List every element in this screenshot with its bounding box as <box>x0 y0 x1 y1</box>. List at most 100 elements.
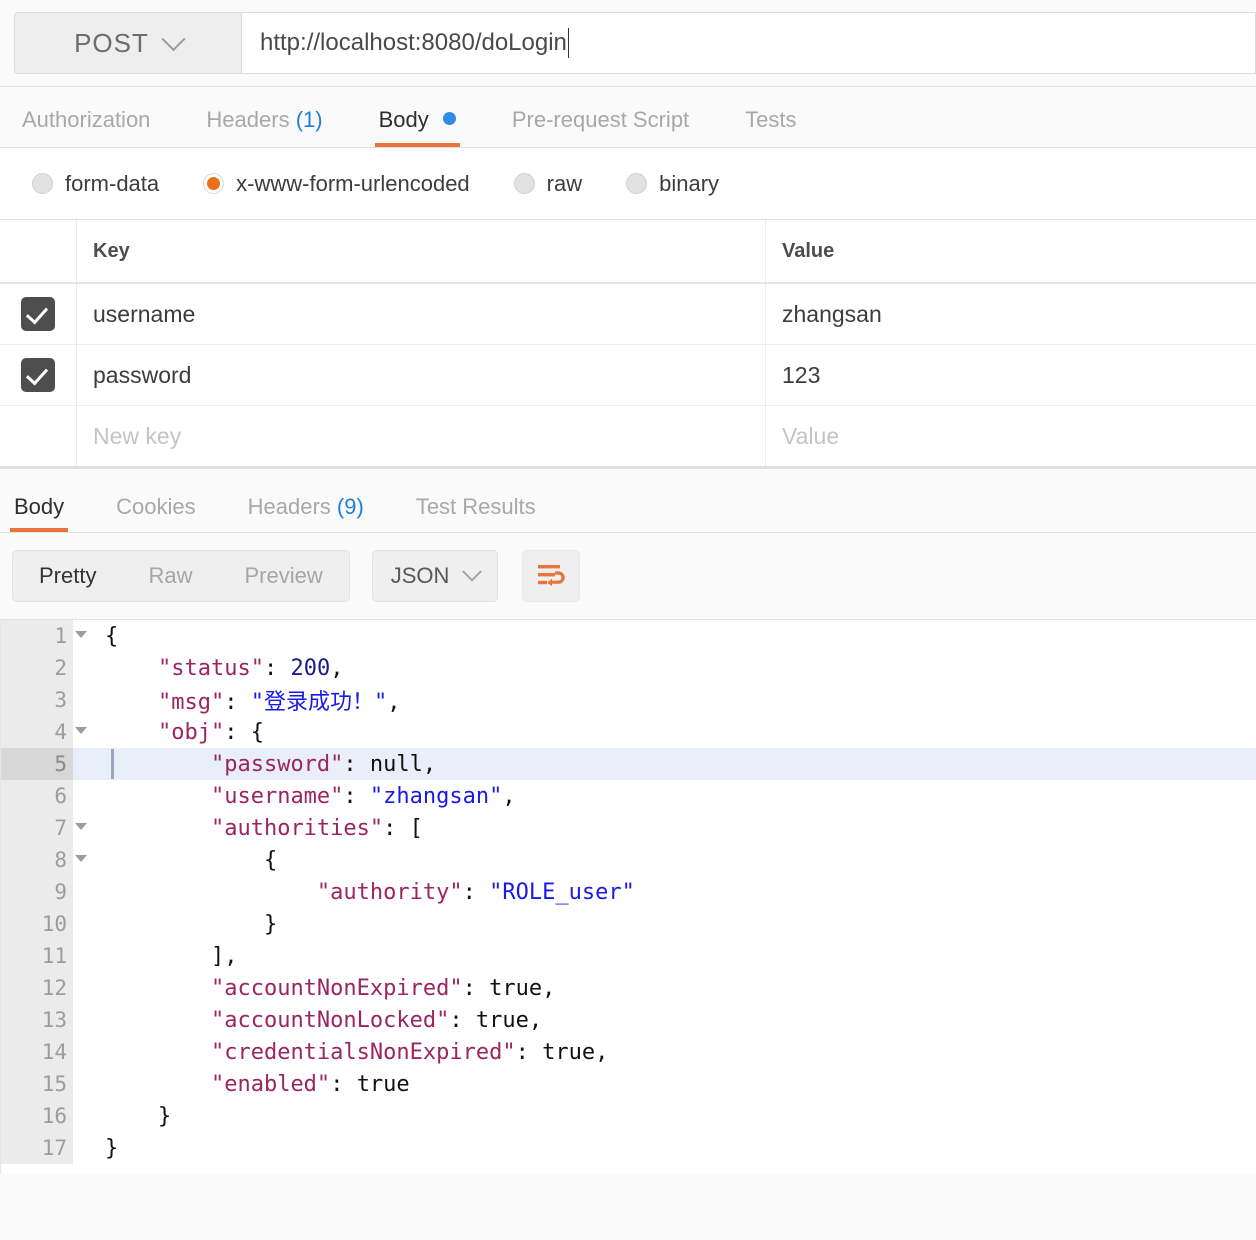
response-format-label: JSON <box>391 563 450 589</box>
table-row[interactable]: password 123 <box>0 345 1256 406</box>
row-checkbox-cell[interactable] <box>0 345 77 405</box>
code-line[interactable]: 13 "accountNonLocked": true, <box>1 1004 1256 1036</box>
table-new-row[interactable]: New key Value <box>0 406 1256 466</box>
radio-icon <box>32 173 53 194</box>
tab-body[interactable]: Body <box>379 107 456 147</box>
code-token: "登录成功！" <box>251 690 388 715</box>
row-value-cell[interactable]: zhangsan <box>766 284 1256 344</box>
text-cursor <box>568 28 570 58</box>
code-token: } <box>105 1136 118 1161</box>
tab-label: Pre-request Script <box>512 107 689 132</box>
line-number: 1 <box>1 620 73 652</box>
code-token: : { <box>224 720 264 745</box>
checkbox-checked-icon[interactable] <box>21 297 55 331</box>
code-token: : [ <box>383 816 423 841</box>
radio-binary[interactable]: binary <box>626 171 719 197</box>
chevron-down-icon <box>161 27 185 51</box>
code-token: "username" <box>211 784 343 809</box>
code-line[interactable]: 2 "status": 200, <box>1 652 1256 684</box>
code-line[interactable]: 17} <box>1 1132 1256 1164</box>
code-line[interactable]: 10 } <box>1 908 1256 940</box>
code-token: "accountNonExpired" <box>211 976 463 1001</box>
line-number: 13 <box>1 1004 73 1036</box>
tab-count: (1) <box>296 107 323 132</box>
code-token: "authorities" <box>211 816 383 841</box>
checkbox-checked-icon[interactable] <box>21 358 55 392</box>
radio-label: form-data <box>65 171 159 197</box>
tab-pre-request-script[interactable]: Pre-request Script <box>512 107 689 147</box>
code-line[interactable]: 1{ <box>1 620 1256 652</box>
row-checkbox-cell[interactable] <box>0 406 77 466</box>
radio-raw[interactable]: raw <box>514 171 582 197</box>
radio-label: x-www-form-urlencoded <box>236 171 470 197</box>
response-tab-cookies[interactable]: Cookies <box>116 494 195 532</box>
row-checkbox-cell[interactable] <box>0 284 77 344</box>
code-token: 200 <box>290 656 330 681</box>
http-method-dropdown[interactable]: POST <box>14 12 241 74</box>
tab-label: Cookies <box>116 494 195 519</box>
header-cell-check <box>0 220 77 282</box>
http-method-label: POST <box>74 28 149 59</box>
response-tab-body[interactable]: Body <box>14 494 64 532</box>
code-line[interactable]: 5 "password": null, <box>1 748 1256 780</box>
new-value-placeholder: Value <box>782 423 839 450</box>
code-line[interactable]: 12 "accountNonExpired": true, <box>1 972 1256 1004</box>
code-line[interactable]: 16 } <box>1 1100 1256 1132</box>
code-token: ], <box>211 944 238 969</box>
radio-x-www-form-urlencoded[interactable]: x-www-form-urlencoded <box>203 171 470 197</box>
fold-arrow-icon[interactable] <box>75 727 87 734</box>
line-number: 14 <box>1 1036 73 1068</box>
response-body-code-editor[interactable]: 1{2 "status": 200,3 "msg": "登录成功！",4 "ob… <box>0 619 1256 1174</box>
code-token: , <box>542 976 555 1001</box>
code-line[interactable]: 7 "authorities": [ <box>1 812 1256 844</box>
code-token: , <box>529 1008 542 1033</box>
code-token: : <box>264 656 291 681</box>
tab-label: Test Results <box>416 494 536 519</box>
table-row[interactable]: username zhangsan <box>0 284 1256 345</box>
code-line[interactable]: 9 "authority": "ROLE_user" <box>1 876 1256 908</box>
line-number: 16 <box>1 1100 73 1132</box>
word-wrap-button[interactable] <box>522 550 580 602</box>
code-text: ], <box>97 944 237 969</box>
new-key-placeholder: New key <box>93 423 181 450</box>
tab-label: Tests <box>745 107 796 132</box>
code-token: true <box>489 976 542 1001</box>
fold-arrow-icon[interactable] <box>75 855 87 862</box>
code-text: "authorities": [ <box>97 816 423 841</box>
new-key-input[interactable]: New key <box>77 406 766 466</box>
view-mode-raw[interactable]: Raw <box>122 563 218 589</box>
fold-arrow-icon[interactable] <box>75 823 87 830</box>
line-number: 7 <box>1 812 73 844</box>
url-text: http://localhost:8080/doLogin <box>260 29 567 57</box>
code-line[interactable]: 8 { <box>1 844 1256 876</box>
tab-authorization[interactable]: Authorization <box>22 107 150 147</box>
code-token: true <box>476 1008 529 1033</box>
view-mode-pretty[interactable]: Pretty <box>13 563 122 589</box>
url-input[interactable]: http://localhost:8080/doLogin <box>241 12 1256 74</box>
line-number: 15 <box>1 1068 73 1100</box>
response-tab-headers[interactable]: Headers (9) <box>248 494 364 532</box>
code-line[interactable]: 15 "enabled": true <box>1 1068 1256 1100</box>
code-line[interactable]: 11 ], <box>1 940 1256 972</box>
response-tab-test-results[interactable]: Test Results <box>416 494 536 532</box>
code-line[interactable]: 6 "username": "zhangsan", <box>1 780 1256 812</box>
tab-headers[interactable]: Headers (1) <box>206 107 322 147</box>
code-line[interactable]: 3 "msg": "登录成功！", <box>1 684 1256 716</box>
code-line[interactable]: 4 "obj": { <box>1 716 1256 748</box>
view-mode-preview[interactable]: Preview <box>218 563 348 589</box>
radio-label: raw <box>547 171 582 197</box>
radio-form-data[interactable]: form-data <box>32 171 159 197</box>
new-value-input[interactable]: Value <box>766 406 1256 466</box>
response-format-dropdown[interactable]: JSON <box>372 550 499 602</box>
response-view-toolbar: Pretty Raw Preview JSON <box>0 533 1256 619</box>
tab-tests[interactable]: Tests <box>745 107 796 147</box>
fold-arrow-icon[interactable] <box>75 631 87 638</box>
code-line[interactable]: 14 "credentialsNonExpired": true, <box>1 1036 1256 1068</box>
row-value-cell[interactable]: 123 <box>766 345 1256 405</box>
row-key-cell[interactable]: password <box>77 345 766 405</box>
code-token: , <box>595 1040 608 1065</box>
code-token: "password" <box>211 752 343 777</box>
code-text: "authority": "ROLE_user" <box>97 880 635 905</box>
row-key-cell[interactable]: username <box>77 284 766 344</box>
tab-label: Headers <box>248 494 331 519</box>
